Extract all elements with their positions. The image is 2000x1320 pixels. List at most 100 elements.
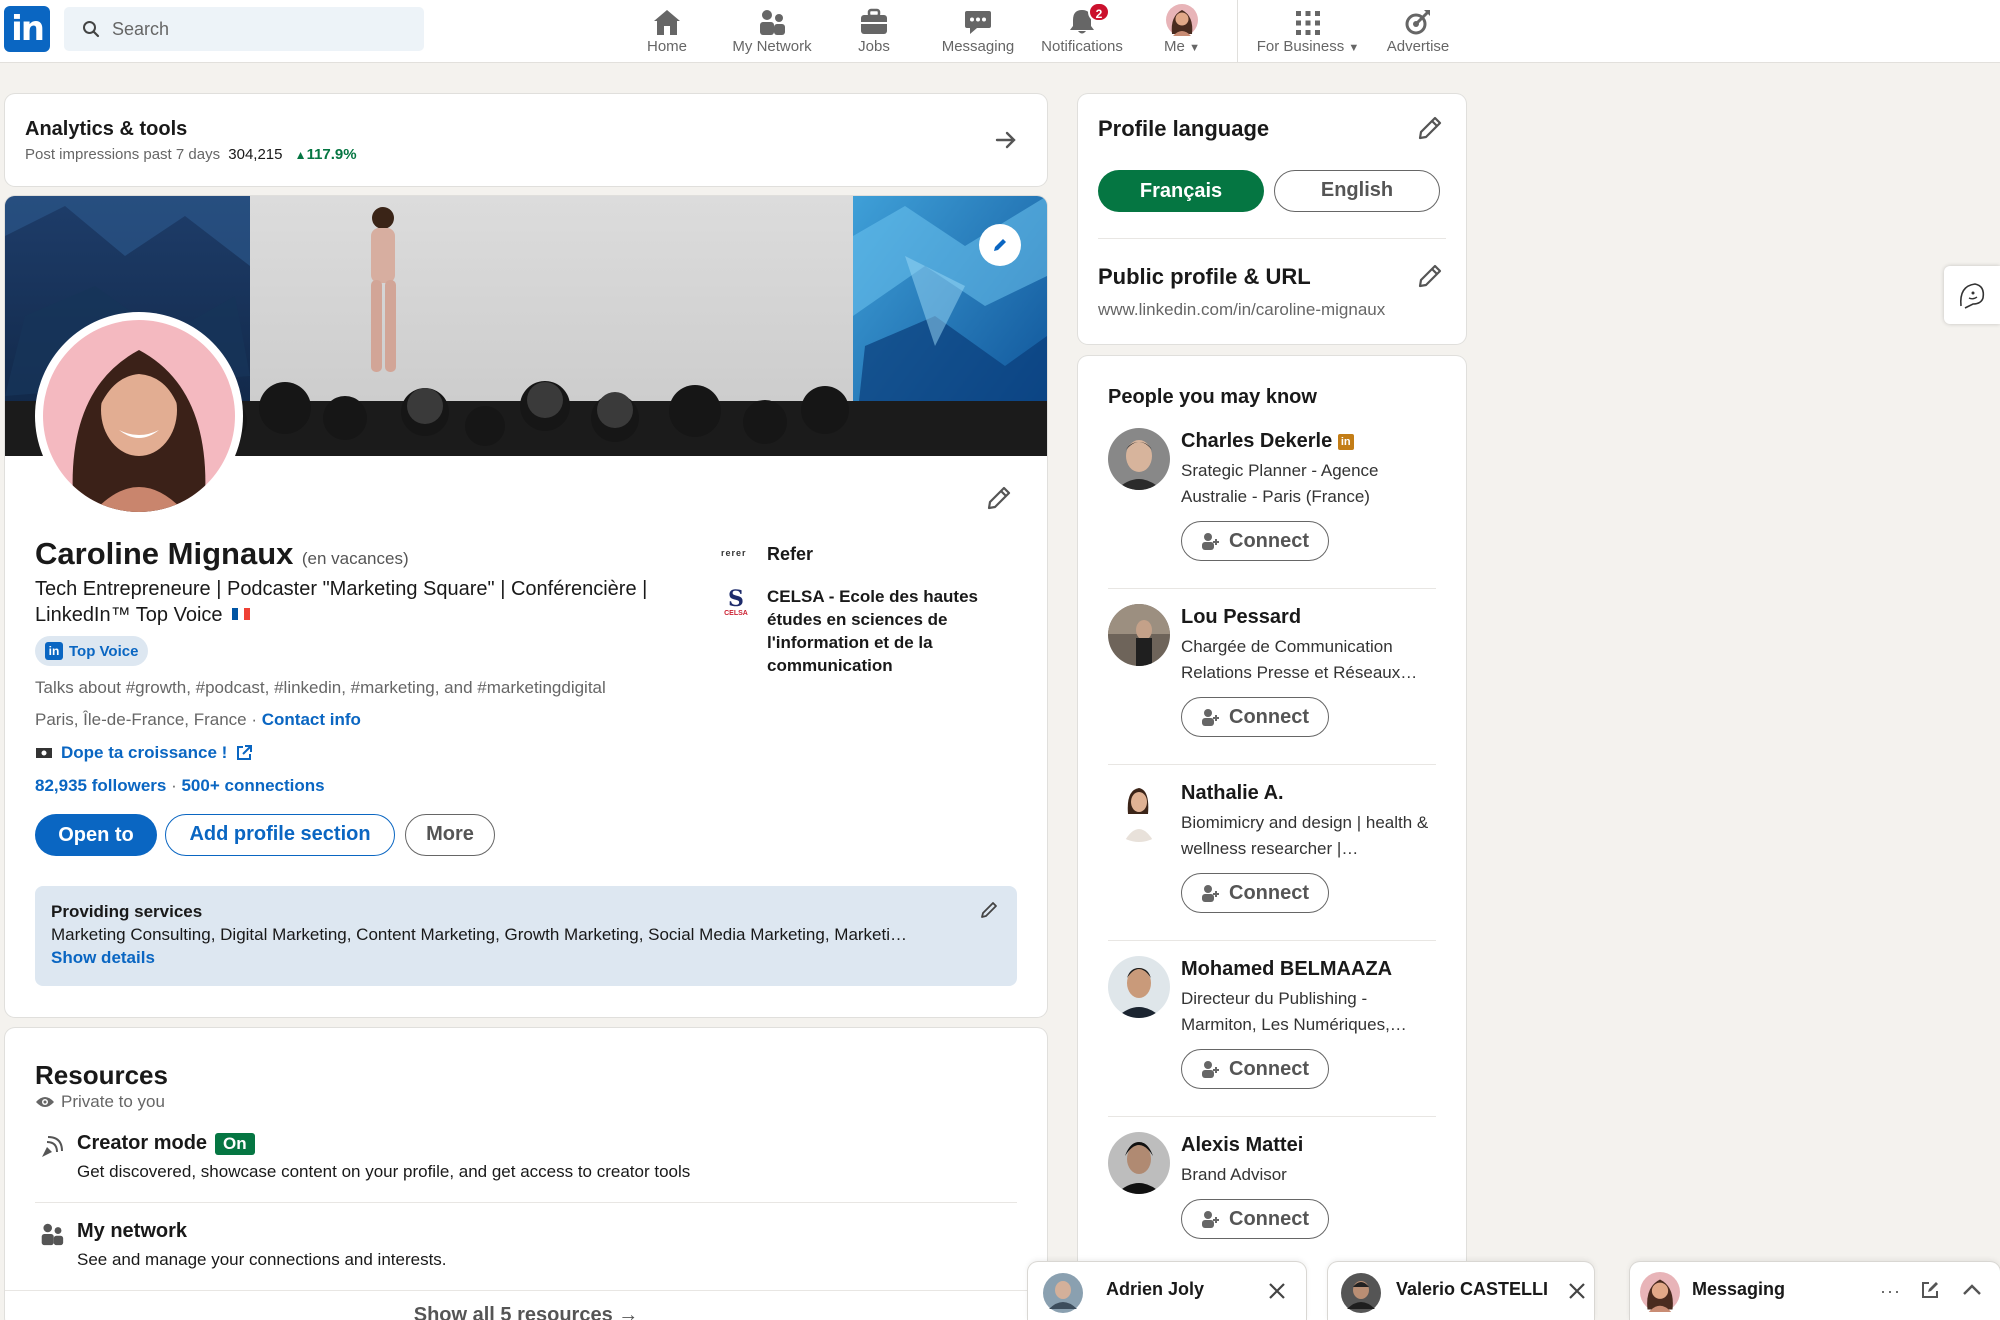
network-icon (41, 1223, 64, 1246)
nav-messaging-label: Messaging (941, 38, 1015, 55)
linkedin-small-icon: in (45, 642, 63, 660)
chevron-down-icon: ▼ (1348, 42, 1360, 54)
chat-window-valerio[interactable]: Valerio CASTELLI (1328, 1262, 1594, 1320)
pencil-icon[interactable] (979, 900, 999, 920)
school-name[interactable]: CELSA - Ecole des hautes études en scien… (767, 585, 1017, 677)
external-link-icon[interactable] (235, 744, 253, 762)
person-headline: Srategic Planner - Agence Australie - Pa… (1181, 461, 1379, 506)
nav-divider (1237, 0, 1238, 62)
divider (1108, 1116, 1436, 1117)
analytics-card[interactable]: Analytics & tools Post impressions past … (5, 94, 1047, 186)
connect-button[interactable]: Connect (1181, 873, 1329, 913)
profile-language-title: Profile language (1098, 116, 1270, 141)
profile-language-card: Profile language Français English Public… (1078, 94, 1466, 344)
website-link[interactable]: Dope ta croissance ! (61, 743, 227, 763)
nav-my-network[interactable]: My Network (722, 2, 822, 60)
top-voice-badge[interactable]: in Top Voice (35, 636, 149, 666)
nav-jobs[interactable]: Jobs (850, 2, 898, 60)
search-bar[interactable] (64, 7, 424, 51)
analytics-title: Analytics & tools (25, 118, 188, 140)
providing-services-box: Providing services Marketing Consulting,… (35, 886, 1017, 986)
divider (35, 1202, 1017, 1203)
chevron-up-icon[interactable] (1962, 1284, 1982, 1296)
nav-notifications[interactable]: 2 Notifications (1040, 2, 1124, 60)
show-all-resources-button[interactable]: Show all 5 resources → (5, 1304, 1047, 1320)
person-headline: Biomimicry and design | health & wellnes… (1181, 813, 1429, 858)
side-helper-tab[interactable] (1944, 266, 2000, 324)
profile-card: Caroline Mignaux (en vacances) Tech Entr… (5, 196, 1047, 1017)
nav-messaging[interactable]: Messaging (935, 2, 1021, 60)
add-profile-section-button[interactable]: Add profile section (165, 814, 395, 856)
trend-up-icon: ▲ (294, 148, 307, 162)
person-avatar[interactable] (1108, 780, 1170, 842)
person-avatar[interactable] (1108, 604, 1170, 666)
nav-for-business[interactable]: For Business ▼ (1252, 2, 1364, 60)
language-english-button[interactable]: English (1274, 170, 1440, 212)
more-button[interactable]: More (405, 814, 495, 856)
profile-name-row: Caroline Mignaux (en vacances) (35, 536, 409, 572)
add-person-icon (1202, 533, 1219, 550)
open-to-button[interactable]: Open to (35, 814, 157, 856)
resources-card: Resources Private to you Creator mode On… (5, 1028, 1047, 1320)
private-to-you: Private to you (35, 1092, 165, 1112)
person-avatar[interactable] (1108, 1132, 1170, 1194)
notifications-badge: 2 (1088, 2, 1110, 22)
language-francais-button[interactable]: Français (1098, 170, 1264, 212)
pencil-icon[interactable] (1416, 114, 1444, 142)
connect-button[interactable]: Connect (1181, 1049, 1329, 1089)
more-options-icon[interactable]: ··· (1880, 1281, 1901, 1302)
followers-link[interactable]: 82,935 followers (35, 776, 166, 795)
my-network-desc: See and manage your connections and inte… (77, 1250, 447, 1269)
messaging-overlay[interactable]: Messaging ··· (1630, 1262, 2000, 1320)
me-avatar (1166, 4, 1198, 36)
chat-name: Valerio CASTELLI (1396, 1279, 1549, 1299)
divider (1108, 940, 1436, 941)
france-flag-icon (232, 608, 251, 620)
school-logo-letter: S (728, 586, 744, 612)
nav-home-label: Home (646, 38, 687, 55)
profile-photo[interactable] (35, 312, 243, 520)
person-name[interactable]: Charles Dekerle in (1181, 430, 1354, 453)
contact-info-link[interactable]: Contact info (262, 710, 361, 729)
linkedin-logo[interactable]: in (4, 6, 50, 52)
pencil-icon[interactable] (1416, 262, 1444, 290)
creator-mode-row[interactable]: Creator mode On (77, 1132, 255, 1155)
person-avatar[interactable] (1108, 428, 1170, 490)
arrow-right-icon[interactable] (995, 130, 1017, 150)
connect-button[interactable]: Connect (1181, 521, 1329, 561)
edit-banner-button[interactable] (979, 224, 1021, 266)
person-headline: Directeur du Publishing - Marmiton, Les … (1181, 989, 1407, 1034)
nav-advertise[interactable]: Advertise (1380, 2, 1456, 60)
my-avatar (1640, 1272, 1680, 1312)
services-list: Marketing Consulting, Digital Marketing,… (51, 925, 908, 944)
chat-name: Adrien Joly (1106, 1279, 1205, 1299)
chat-window-adrien[interactable]: Adrien Joly (1028, 1262, 1306, 1320)
connections-link[interactable]: 500+ connections (181, 776, 324, 795)
close-icon[interactable] (1568, 1282, 1586, 1300)
services-title: Providing services (51, 902, 203, 921)
connect-button[interactable]: Connect (1181, 1199, 1329, 1239)
show-details-link[interactable]: Show details (51, 948, 155, 968)
person-name[interactable]: Alexis Mattei (1181, 1134, 1303, 1157)
nav-me-label: Me ▼ (1164, 38, 1200, 55)
close-icon[interactable] (1268, 1282, 1286, 1300)
nav-me[interactable]: Me ▼ (1160, 2, 1204, 60)
divider (1108, 588, 1436, 589)
person-headline: Brand Advisor (1181, 1165, 1287, 1184)
briefcase-icon (861, 8, 887, 34)
my-network-title[interactable]: My network (77, 1220, 187, 1243)
edit-intro-pencil-icon[interactable] (985, 484, 1013, 512)
connect-button[interactable]: Connect (1181, 697, 1329, 737)
person-avatar[interactable] (1108, 956, 1170, 1018)
talks-about: Talks about #growth, #podcast, #linkedin… (35, 678, 606, 697)
company-logo: rerer (721, 548, 747, 558)
search-input[interactable] (112, 7, 412, 51)
person-name[interactable]: Mohamed BELMAAZA (1181, 958, 1392, 981)
person-name[interactable]: Nathalie A. (1181, 782, 1284, 805)
nav-home[interactable]: Home (637, 2, 697, 60)
compose-icon[interactable] (1920, 1280, 1940, 1300)
website-row: Dope ta croissance ! (35, 743, 253, 763)
public-profile-url[interactable]: www.linkedin.com/in/caroline-mignaux (1098, 300, 1385, 320)
person-name[interactable]: Lou Pessard (1181, 606, 1301, 629)
company-name[interactable]: Refer (767, 544, 813, 565)
